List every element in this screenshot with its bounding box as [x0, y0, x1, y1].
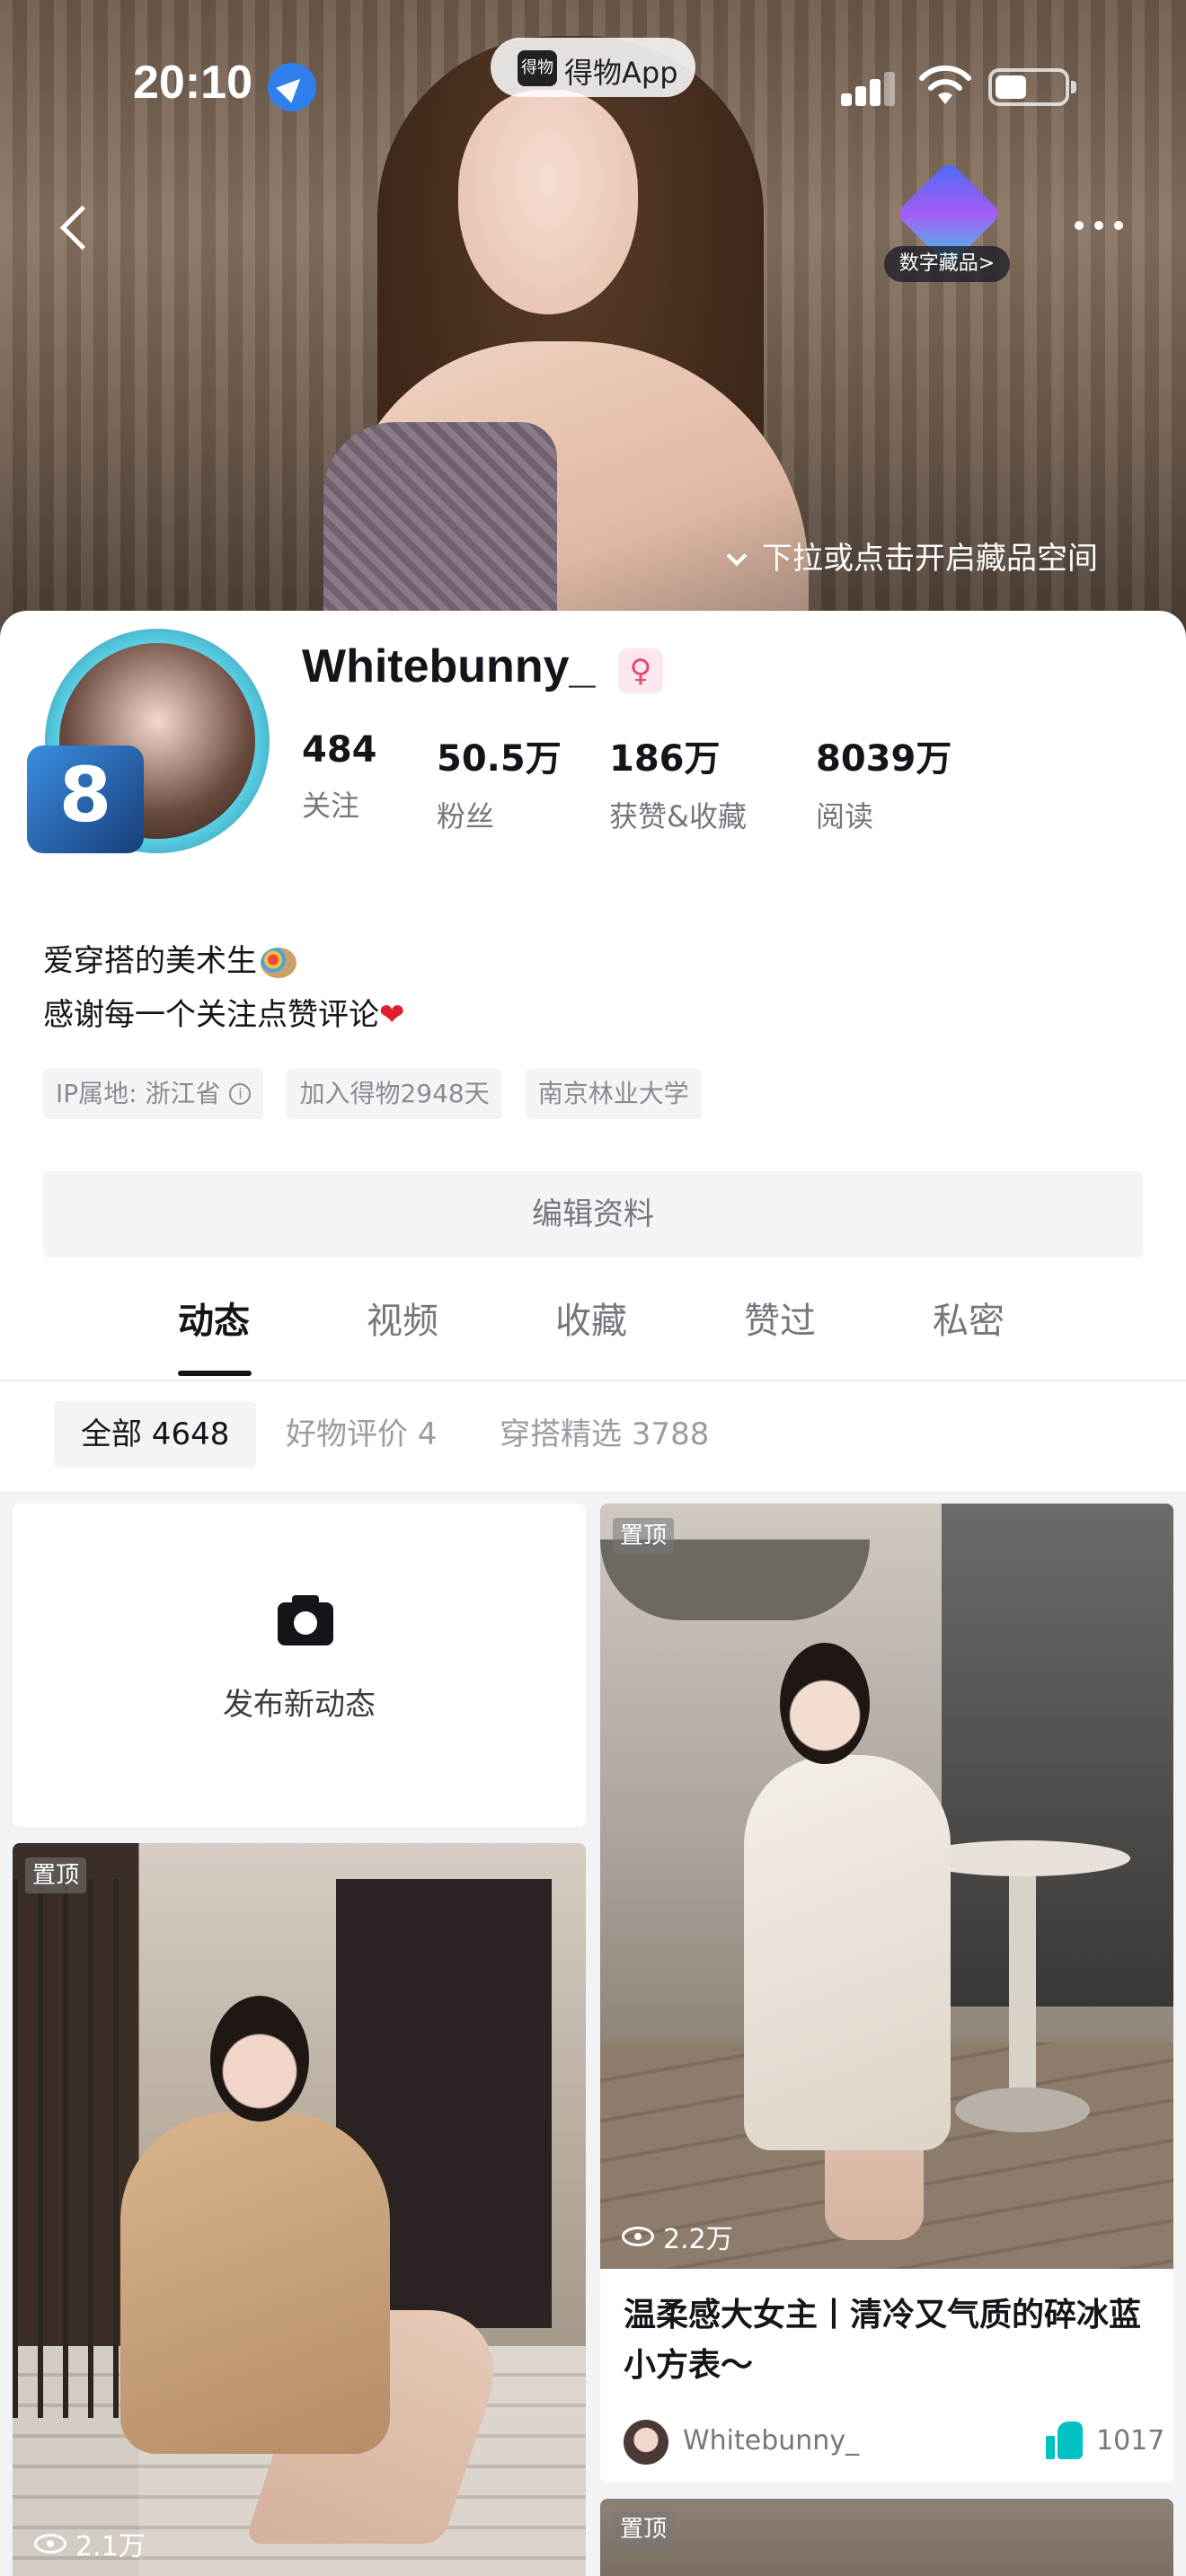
- stat-value: 50.5万: [437, 738, 562, 780]
- status-time: 20:10: [133, 57, 252, 109]
- stat-likes-collects[interactable]: 186万 获赞&收藏: [609, 729, 747, 835]
- stat-value: 186万: [609, 738, 721, 780]
- ip-location-tag[interactable]: IP属地: 浙江省 i: [43, 1069, 264, 1119]
- feed-card-right[interactable]: 置顶 2.2万 温柔感大女主丨清冷又气质的碎冰蓝小方表～ Whitebunny_…: [600, 1504, 1173, 2483]
- pinned-badge: 置顶: [613, 2511, 674, 2547]
- pinned-badge: 置顶: [613, 1518, 674, 1554]
- stat-label: 获赞&收藏: [609, 799, 747, 834]
- photo-railing: [13, 1879, 138, 2418]
- photo-figure-head: [210, 1996, 309, 2122]
- photo-table-leg: [1009, 1872, 1036, 2105]
- view-count: 2.1万: [34, 2524, 146, 2563]
- stat-label: 粉丝: [437, 799, 495, 834]
- cellular-signal-icon: [841, 70, 897, 106]
- tag-label: 加入得物2948天: [299, 1079, 490, 1108]
- profile-bio: 爱穿搭的美术生 感谢每一个关注点赞评论❤: [43, 934, 405, 1042]
- bio-line-1: 爱穿搭的美术生: [43, 943, 257, 979]
- tab-private[interactable]: 私密: [933, 1292, 1005, 1344]
- profile-tags: IP属地: 浙江省 i 加入得物2948天 南京林业大学: [43, 1069, 702, 1119]
- back-arrow-icon[interactable]: [50, 203, 101, 253]
- tag-label: IP属地: 浙江省: [56, 1079, 221, 1108]
- app-pill-label: 得物App: [564, 56, 678, 90]
- gender-female-icon: ♀: [618, 648, 663, 693]
- eye-icon: [622, 2227, 654, 2246]
- view-count: 2.2万: [622, 2217, 733, 2256]
- bio-line-2: 感谢每一个关注点赞评论: [43, 997, 379, 1033]
- tab-videos[interactable]: 视频: [367, 1292, 438, 1344]
- stat-following[interactable]: 484 关注: [302, 729, 377, 825]
- pinned-badge: 置顶: [25, 1857, 86, 1893]
- eye-icon: [34, 2534, 66, 2554]
- feed-card-left[interactable]: 置顶 2.1万: [13, 1843, 586, 2576]
- stat-value: 8039万: [816, 738, 952, 780]
- palette-emoji-icon: [261, 947, 296, 978]
- photo-figure-coat: [120, 2113, 390, 2454]
- status-bar: 20:10 得物 得物App: [0, 0, 1186, 135]
- author-name[interactable]: Whitebunny_: [683, 2425, 859, 2457]
- app-logo-icon: 得物: [518, 50, 557, 86]
- camera-icon: [278, 1595, 333, 1645]
- like-count: 1017: [1096, 2425, 1165, 2457]
- photo-table-base: [955, 2087, 1090, 2132]
- filter-outfits[interactable]: 穿搭精选 3788: [500, 1401, 709, 1468]
- more-options-icon[interactable]: [1067, 216, 1130, 234]
- username: Whitebunny_: [302, 640, 596, 693]
- wifi-icon: [919, 65, 971, 104]
- pull-to-open-hint[interactable]: 下拉或点击开启藏品空间: [726, 534, 1098, 578]
- anniversary-badge: 8: [27, 745, 144, 853]
- feed-card-title: 温柔感大女主丨清冷又气质的碎冰蓝小方表～: [624, 2297, 1142, 2384]
- pull-hint-text: 下拉或点击开启藏品空间: [762, 541, 1098, 577]
- stat-value: 484: [302, 729, 377, 771]
- stat-followers[interactable]: 50.5万 粉丝: [437, 729, 562, 835]
- app-switch-pill[interactable]: 得物 得物App: [491, 38, 695, 97]
- info-icon: i: [229, 1083, 252, 1105]
- chevron-down-icon: [726, 545, 748, 567]
- digital-collectibles-button[interactable]: 数字藏品>: [884, 160, 1010, 284]
- edit-profile-button[interactable]: 编辑资料: [43, 1171, 1143, 1257]
- nft-label: 数字藏品>: [884, 246, 1010, 282]
- tab-moments[interactable]: 动态: [178, 1292, 250, 1344]
- post-new-label: 发布新动态: [223, 1687, 376, 1723]
- join-days-tag: 加入得物2948天: [287, 1069, 502, 1119]
- tab-collections[interactable]: 收藏: [555, 1292, 627, 1344]
- feed-card-right-next[interactable]: 置顶: [600, 2499, 1173, 2576]
- tag-label: 南京林业大学: [537, 1079, 689, 1108]
- stat-label: 关注: [302, 789, 360, 823]
- photo-window: [942, 1504, 1173, 2007]
- filter-bar: 全部 4648 好物评价 4 穿搭精选 3788: [0, 1383, 1186, 1491]
- post-new-moment-card[interactable]: 发布新动态: [13, 1504, 586, 1827]
- stat-reads: 8039万 阅读: [816, 729, 951, 835]
- filter-reviews[interactable]: 好物评价 4: [286, 1401, 437, 1468]
- photo-figure-head: [780, 1643, 870, 1764]
- location-arrow-icon: [268, 63, 316, 111]
- stat-label: 阅读: [816, 799, 874, 834]
- feed-card-image: 置顶 2.2万: [600, 1504, 1173, 2269]
- school-tag[interactable]: 南京林业大学: [525, 1069, 702, 1119]
- author-avatar[interactable]: [624, 2420, 668, 2465]
- heart-emoji-icon: ❤: [379, 997, 405, 1033]
- active-tab-indicator: [178, 1371, 252, 1376]
- photo-figure-coat: [744, 1755, 951, 2150]
- feed-card-footer: Whitebunny_ 1017: [624, 2420, 1164, 2465]
- tab-liked[interactable]: 赞过: [744, 1292, 816, 1344]
- filter-all[interactable]: 全部 4648: [54, 1401, 257, 1468]
- view-count-value: 2.1万: [75, 2531, 146, 2563]
- content-tabs: 动态 视频 收藏 赞过 私密: [0, 1257, 1186, 1381]
- battery-icon: [988, 68, 1076, 106]
- avatar[interactable]: 8: [27, 629, 270, 871]
- thumbs-up-icon[interactable]: [1046, 2422, 1084, 2459]
- view-count-value: 2.2万: [663, 2224, 733, 2255]
